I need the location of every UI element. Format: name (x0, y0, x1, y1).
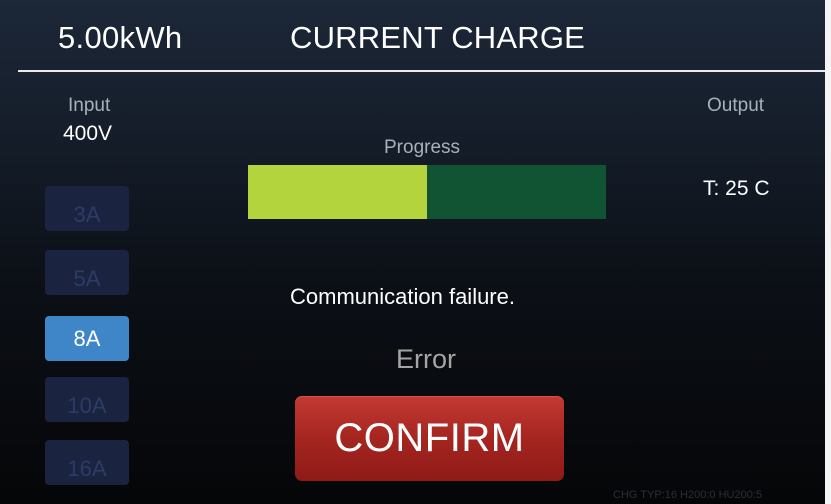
temperature-readout: T: 25 C (703, 177, 770, 200)
current-button-label: 3A (73, 202, 101, 227)
current-button-3a[interactable]: 3A (45, 186, 129, 231)
current-button-label: 10A (67, 393, 107, 418)
output-label: Output (707, 95, 765, 116)
current-button-label: 5A (73, 266, 101, 291)
current-button-10a[interactable]: 10A (45, 377, 129, 422)
progress-fill (248, 165, 427, 219)
status-message: Communication failure. (290, 284, 515, 309)
input-voltage: 400V (63, 122, 113, 145)
current-button-label: 16A (67, 456, 107, 481)
confirm-button-label: CONFIRM (334, 416, 525, 460)
current-button-label: 8A (73, 325, 101, 351)
header-bar: 5.00kWh CURRENT CHARGE (0, 0, 825, 72)
header-divider (18, 70, 825, 72)
page-title: CURRENT CHARGE (290, 20, 586, 55)
charger-screen: 5.00kWh CURRENT CHARGE Input 400V Output… (0, 0, 831, 504)
progress-label: Progress (384, 137, 461, 158)
status-state: Error (396, 344, 456, 374)
current-button-8a[interactable]: 8A (45, 316, 129, 361)
input-label: Input (68, 95, 111, 116)
current-button-16a[interactable]: 16A (45, 440, 129, 485)
energy-readout: 5.00kWh (58, 20, 183, 55)
progress-bar (248, 165, 606, 219)
confirm-button[interactable]: CONFIRM (295, 396, 564, 481)
footer-info: CHG TYP:16 H200:0 HU200:5 (613, 489, 762, 501)
current-button-5a[interactable]: 5A (45, 250, 129, 295)
